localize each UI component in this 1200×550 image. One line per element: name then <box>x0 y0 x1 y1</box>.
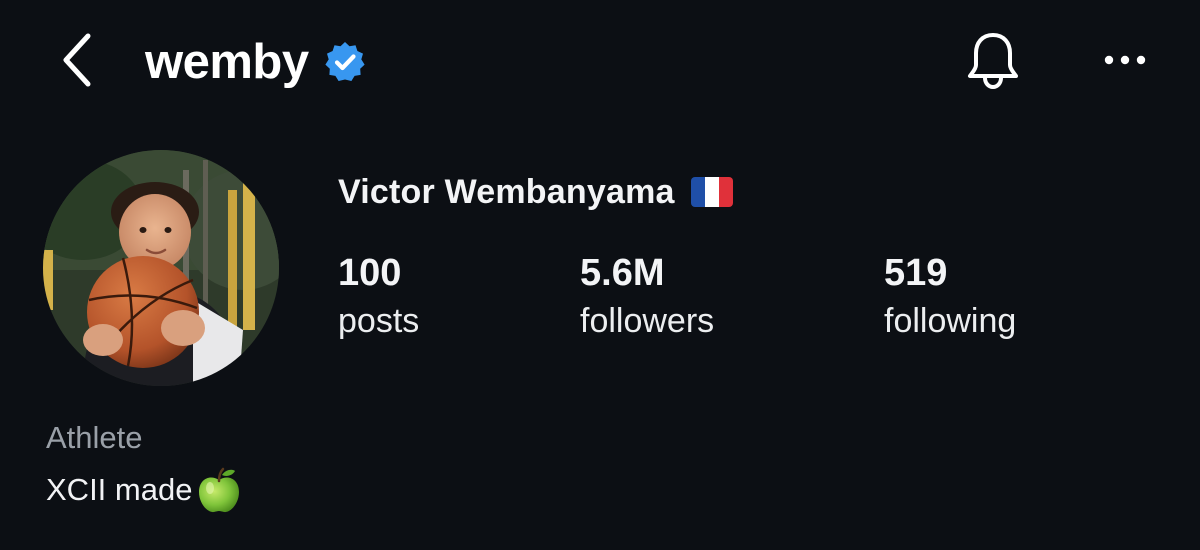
verified-badge-icon <box>323 40 367 84</box>
full-name-row: Victor Wembanyama <box>338 168 733 216</box>
following-label: following <box>884 302 1017 340</box>
username: wemby <box>145 35 309 89</box>
back-button[interactable] <box>52 30 104 90</box>
more-dots-icon <box>1104 55 1146 65</box>
avatar[interactable] <box>43 150 279 386</box>
followers-stat[interactable]: 5.6M followers <box>580 250 714 346</box>
following-count: 519 <box>884 252 948 294</box>
full-name: Victor Wembanyama <box>338 172 675 211</box>
chevron-left-icon <box>63 33 91 87</box>
followers-count: 5.6M <box>580 252 665 294</box>
green-apple-icon <box>196 466 242 514</box>
bell-icon <box>968 33 1018 90</box>
posts-stat[interactable]: 100 posts <box>338 250 419 346</box>
notifications-button[interactable] <box>962 28 1024 94</box>
followers-label: followers <box>580 302 715 340</box>
bio-text: XCII made <box>46 472 193 507</box>
profile-category: Athlete <box>46 420 143 455</box>
profile-screen: wemby Victor Wembanyama 100 posts 5.6M f… <box>0 0 1200 550</box>
posts-count: 100 <box>338 252 402 294</box>
posts-label: posts <box>338 302 420 340</box>
username-header: wemby <box>145 34 367 90</box>
profile-photo <box>43 150 279 386</box>
following-stat[interactable]: 519 following <box>884 250 1016 346</box>
bio-row: XCII made <box>46 466 242 514</box>
france-flag-icon <box>690 177 733 207</box>
more-options-button[interactable] <box>1096 40 1154 80</box>
